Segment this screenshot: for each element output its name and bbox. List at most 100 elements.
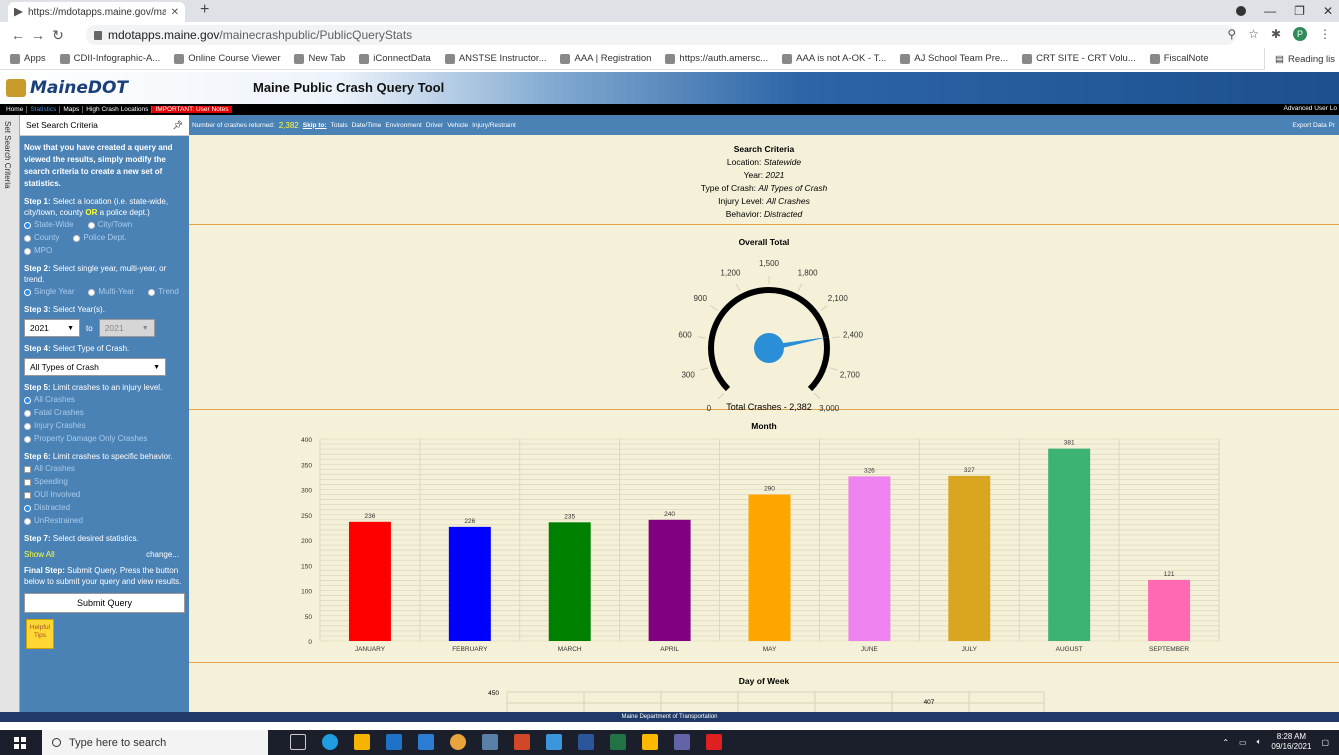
location-mpo-radio[interactable]: MPO	[20, 244, 189, 257]
bar-february[interactable]	[448, 526, 491, 641]
back-icon[interactable]: ←	[8, 27, 28, 43]
location-police-radio[interactable]: Police Dept.	[69, 231, 130, 244]
more-menu-icon[interactable]: ⋮	[1319, 27, 1331, 41]
bookmark-item[interactable]: AAA is not A-OK - T...	[782, 53, 886, 64]
year-from-select[interactable]: 2021 ▼	[24, 319, 80, 337]
sticky-notes-icon[interactable]	[642, 734, 658, 750]
menu-user-notes[interactable]: IMPORTANT: User Notes	[152, 106, 232, 113]
injury-fatal-radio[interactable]: Fatal Crashes	[20, 406, 189, 419]
single-year-radio[interactable]: Single Year	[20, 285, 78, 298]
bar-august[interactable]	[1048, 448, 1091, 641]
acrobat-icon[interactable]	[706, 734, 722, 750]
crash-type-select[interactable]: All Types of Crash ▼	[24, 358, 166, 376]
restore-icon[interactable]: ❐	[1294, 4, 1305, 18]
submit-query-button[interactable]: Submit Query	[24, 593, 185, 613]
bookmark-apps[interactable]: Apps	[10, 53, 46, 64]
file-explorer-icon[interactable]	[354, 734, 370, 750]
reading-list-button[interactable]: ▤ Reading lis	[1264, 48, 1339, 70]
injury-all-radio[interactable]: All Crashes	[20, 393, 189, 406]
volume-icon[interactable]: 🔈︎	[1257, 737, 1262, 747]
forward-icon[interactable]: →	[28, 27, 48, 43]
injury-pdo-radio[interactable]: Property Damage Only Crashes	[20, 432, 189, 445]
menu-maps[interactable]: Maps	[60, 106, 84, 113]
injury-injury-radio[interactable]: Injury Crashes	[20, 419, 189, 432]
bookmark-item[interactable]: Online Course Viewer	[174, 53, 280, 64]
bookmark-item[interactable]: https://auth.amersc...	[665, 53, 768, 64]
skip-link-datetime[interactable]: Date/Time	[352, 122, 382, 129]
pin-icon[interactable]: 📌︎	[172, 120, 183, 131]
bar-september[interactable]	[1148, 579, 1191, 641]
bookmark-item[interactable]: FiscalNote	[1149, 53, 1209, 64]
behavior-oui-checkbox[interactable]: OUI Involved	[20, 488, 189, 501]
windows-start-icon[interactable]	[14, 737, 26, 749]
internet-explorer-icon[interactable]	[386, 734, 402, 750]
url-input[interactable]: mdotapps.maine.gov/mainecrashpublic/Publ…	[86, 25, 1236, 45]
bar-may[interactable]	[748, 494, 791, 641]
export-data-link[interactable]: Export Data Pr	[1292, 122, 1335, 129]
word-icon[interactable]	[578, 734, 594, 750]
behavior-all-checkbox[interactable]: All Crashes	[20, 462, 189, 475]
bookmark-item[interactable]: AJ School Team Pre...	[900, 53, 1008, 64]
bar-june[interactable]	[848, 476, 891, 641]
extensions-icon[interactable]: ✱	[1271, 27, 1281, 41]
advanced-user-login-link[interactable]: Advanced User Lo	[1284, 105, 1337, 112]
collapsed-panel-strip[interactable]: Set Search Criteria	[0, 115, 20, 712]
bar-april[interactable]	[648, 519, 691, 641]
tray-overflow-icon[interactable]: ⌃	[1222, 738, 1229, 747]
year-to-select[interactable]: 2021 ▼	[98, 319, 155, 337]
taskbar-search-input[interactable]: Type here to search	[42, 730, 268, 755]
behavior-unrestrained-radio[interactable]: UnRestrained	[20, 514, 189, 527]
skip-link-environment[interactable]: Environment	[385, 122, 422, 129]
menu-statistics[interactable]: Statistics	[27, 106, 61, 113]
skip-link-vehicle[interactable]: Vehicle	[447, 122, 468, 129]
bookmark-item[interactable]: CRT SITE - CRT Volu...	[1022, 53, 1136, 64]
bookmark-item[interactable]: AAA | Registration	[560, 53, 651, 64]
chrome-icon[interactable]	[450, 734, 466, 750]
skip-link-totals[interactable]: Totals	[331, 122, 348, 129]
clock[interactable]: 8:28 AM 09/16/2021	[1271, 732, 1311, 752]
location-county-radio[interactable]: County	[20, 231, 63, 244]
new-tab-icon[interactable]: +	[200, 1, 209, 19]
bookmark-item[interactable]: New Tab	[294, 53, 345, 64]
reload-icon[interactable]: ↻	[48, 27, 68, 44]
change-statistics-link[interactable]: change...	[146, 550, 179, 559]
trend-radio[interactable]: Trend	[144, 285, 183, 298]
taskbar-search-placeholder: Type here to search	[69, 736, 167, 749]
tab-close-icon[interactable]: ✕	[171, 7, 179, 18]
task-view-icon[interactable]	[290, 734, 306, 750]
skip-link-injury[interactable]: Injury/Restraint	[472, 122, 516, 129]
profile-avatar[interactable]: P	[1293, 27, 1307, 41]
bar-january[interactable]	[348, 521, 391, 641]
behavior-speeding-checkbox[interactable]: Speeding	[20, 475, 189, 488]
zoom-icon[interactable]: ⚲	[1227, 27, 1236, 41]
edge-icon[interactable]	[322, 734, 338, 750]
photos-icon[interactable]	[546, 734, 562, 750]
minimize-icon[interactable]: —	[1264, 4, 1276, 18]
outlook-icon[interactable]	[418, 734, 434, 750]
location-statewide-radio[interactable]: State-Wide	[20, 218, 78, 231]
browser-tab[interactable]: https://mdotapps.maine.gov/ma ✕	[8, 2, 185, 22]
bookmark-item[interactable]: ANSTSE Instructor...	[444, 53, 546, 64]
bookmark-item[interactable]: iConnectData	[359, 53, 431, 64]
multi-year-radio[interactable]: Multi-Year	[84, 285, 138, 298]
location-citytown-radio[interactable]: City/Town	[84, 218, 137, 231]
bookmark-star-icon[interactable]: ☆	[1248, 27, 1259, 41]
powerpoint-icon[interactable]	[514, 734, 530, 750]
teams-icon[interactable]	[674, 734, 690, 750]
bookmark-item[interactable]: CDII-Infographic-A...	[59, 53, 160, 64]
helpful-tips-button[interactable]: Helpful Tips	[26, 619, 54, 649]
menu-high-crash-locations[interactable]: High Crash Locations	[83, 106, 153, 113]
bar-july[interactable]	[948, 475, 991, 641]
bar-march[interactable]	[548, 522, 591, 641]
behavior-distracted-radio[interactable]: Distracted	[20, 501, 189, 514]
notifications-icon[interactable]: ▢	[1321, 738, 1329, 747]
network-icon[interactable]: ▭	[1239, 738, 1247, 747]
close-window-icon[interactable]: ✕	[1323, 4, 1333, 18]
calculator-icon[interactable]	[482, 734, 498, 750]
bar-value-label: 240	[664, 511, 675, 518]
excel-icon[interactable]	[610, 734, 626, 750]
skip-link-driver[interactable]: Driver	[426, 122, 443, 129]
record-icon[interactable]	[1236, 6, 1247, 16]
mainedot-logo[interactable]: MaineDOT	[6, 78, 128, 98]
menu-home[interactable]: Home	[3, 106, 28, 113]
